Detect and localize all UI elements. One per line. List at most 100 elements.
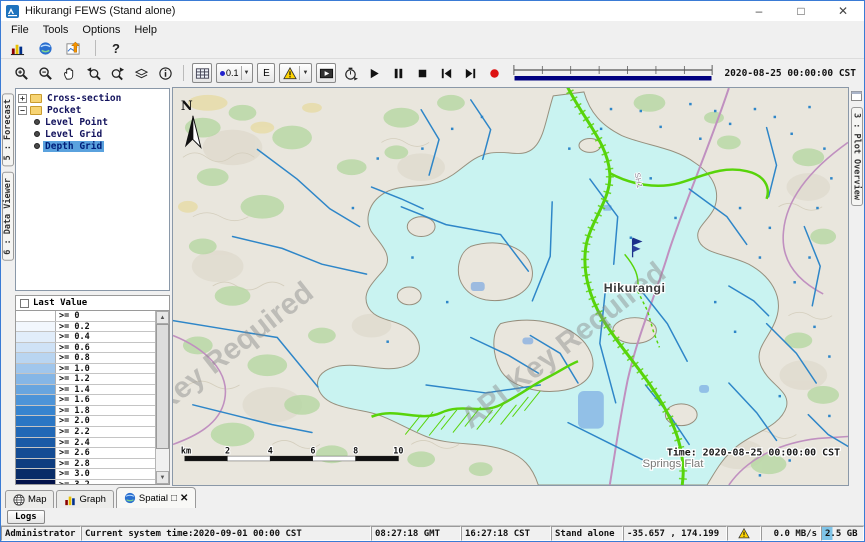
minimize-button[interactable] (738, 1, 780, 21)
svg-text:10: 10 (393, 445, 403, 455)
bar-chart-icon[interactable] (7, 39, 27, 57)
expand-icon[interactable] (18, 94, 27, 103)
tree-item-depth-grid[interactable]: Depth Grid (18, 140, 167, 152)
legend-row: >= 2.8 (16, 459, 155, 470)
status-network: 0.0 MB/s (761, 526, 821, 541)
pan-hand-icon[interactable] (59, 64, 79, 82)
warning-dropdown[interactable]: ▼ (279, 63, 312, 83)
filter-tree: Cross-section Pocket Level Point Level G… (15, 88, 170, 291)
toolbar-separator (183, 65, 184, 81)
spatial-display-icon[interactable] (63, 39, 83, 57)
legend-row: >= 1.4 (16, 385, 155, 396)
menu-bar: File Tools Options Help (1, 21, 864, 38)
legend-row: >= 2.6 (16, 448, 155, 459)
timer-button[interactable] (340, 64, 360, 82)
stop-button[interactable] (412, 64, 432, 82)
tab-data-viewer[interactable]: 6 : Data Viewer (2, 172, 14, 261)
tree-item-level-point[interactable]: Level Point (18, 116, 167, 128)
zoom-previous-button[interactable] (83, 64, 103, 82)
layers-icon[interactable] (131, 64, 151, 82)
legend-swatch (16, 416, 56, 426)
fews-logo-icon (6, 5, 19, 18)
globe-icon[interactable] (35, 39, 55, 57)
menu-tools[interactable]: Tools (37, 23, 75, 37)
tree-item-cross-section[interactable]: Cross-section (18, 92, 167, 104)
main-area: 5 : Forecast 6 : Data Viewer Cross-secti… (1, 87, 864, 486)
legend-row: >= 2.4 (16, 438, 155, 449)
tab-plot-overview[interactable]: 3 : Plot Overview (851, 107, 863, 206)
area-label: Springs Flat (643, 458, 705, 470)
status-bar: Administrator Current system time:2020-0… (1, 526, 864, 541)
grid-display-button[interactable] (192, 63, 212, 83)
zoom-next-button[interactable] (107, 64, 127, 82)
step-forward-button[interactable] (460, 64, 480, 82)
menu-file[interactable]: File (5, 23, 35, 37)
current-date-label: 2020-08-25 00:00:00 CST (722, 68, 860, 79)
scroll-thumb[interactable] (156, 324, 169, 449)
spatial-map[interactable]: API Key Required API Key Required Hikura… (172, 87, 849, 486)
threshold-dropdown[interactable]: 0.1 ▼ (216, 63, 253, 83)
legend-row: >= 2.2 (16, 427, 155, 438)
chevron-down-icon: ▼ (241, 66, 250, 80)
chevron-down-icon: ▼ (299, 66, 308, 80)
tab-map[interactable]: Map (5, 490, 54, 508)
status-warning[interactable] (727, 526, 761, 541)
menu-options[interactable]: Options (76, 23, 126, 37)
tree-item-label: Level Point (43, 117, 110, 128)
logs-row: Logs (1, 508, 864, 526)
tab-close-icon[interactable] (180, 493, 188, 504)
legend-row: >= 0.8 (16, 353, 155, 364)
collapse-icon[interactable] (18, 106, 27, 115)
tree-item-level-grid[interactable]: Level Grid (18, 128, 167, 140)
status-gmt-time: 08:27:18 GMT (371, 526, 461, 541)
tree-item-label: Cross-section (45, 93, 123, 104)
threshold-value: 0.1 (226, 68, 239, 78)
legend-swatch (16, 364, 56, 374)
legend-swatch (16, 469, 56, 479)
legend-scrollbar[interactable] (155, 311, 169, 484)
menu-help[interactable]: Help (128, 23, 163, 37)
warning-icon (283, 67, 297, 80)
help-button[interactable]: ? (108, 41, 124, 56)
zoom-out-button[interactable] (35, 64, 55, 82)
legend-row: >= 3.0 (16, 469, 155, 480)
legend-swatch (16, 448, 56, 458)
bar-chart-icon (64, 494, 76, 506)
status-user: Administrator (1, 526, 81, 541)
legend-row: >= 0.6 (16, 343, 155, 354)
legend-row: >= 1.0 (16, 364, 155, 375)
window-title: Hikurangi FEWS (Stand alone) (25, 5, 175, 17)
tab-maximize-icon[interactable] (171, 493, 177, 504)
node-bullet-icon (34, 119, 40, 125)
tab-map-label: Map (28, 494, 46, 505)
last-value-checkbox[interactable] (20, 299, 29, 308)
pause-button[interactable] (388, 64, 408, 82)
record-button[interactable] (484, 64, 504, 82)
tree-item-pocket[interactable]: Pocket (18, 104, 167, 116)
dock-window-icon[interactable] (851, 91, 862, 101)
scroll-down-icon[interactable] (156, 471, 169, 484)
tab-graph[interactable]: Graph (56, 490, 113, 508)
zoom-in-button[interactable] (11, 64, 31, 82)
scroll-up-icon[interactable] (156, 311, 169, 324)
logs-button[interactable]: Logs (7, 510, 45, 524)
map-toolbar: 0.1 ▼ E ▼ (1, 59, 864, 87)
svg-text:km: km (181, 445, 191, 455)
step-back-button[interactable] (436, 64, 456, 82)
legend-row: >= 1.2 (16, 374, 155, 385)
info-button[interactable] (155, 64, 175, 82)
maximize-button[interactable] (780, 1, 822, 21)
label-button[interactable]: E (257, 63, 275, 83)
timeline-slider[interactable] (512, 63, 714, 83)
animation-button[interactable] (316, 63, 336, 83)
legend-row: >= 0.4 (16, 332, 155, 343)
svg-text:8: 8 (353, 445, 358, 455)
close-button[interactable] (822, 1, 864, 21)
legend-row: >= 3.2 (16, 480, 155, 485)
legend-swatch (16, 332, 56, 342)
tab-forecast[interactable]: 5 : Forecast (2, 93, 14, 166)
wireframe-globe-icon (13, 494, 25, 506)
play-button[interactable] (364, 64, 384, 82)
tab-spatial-label: Spatial (139, 493, 168, 504)
tab-spatial[interactable]: Spatial (116, 487, 197, 508)
